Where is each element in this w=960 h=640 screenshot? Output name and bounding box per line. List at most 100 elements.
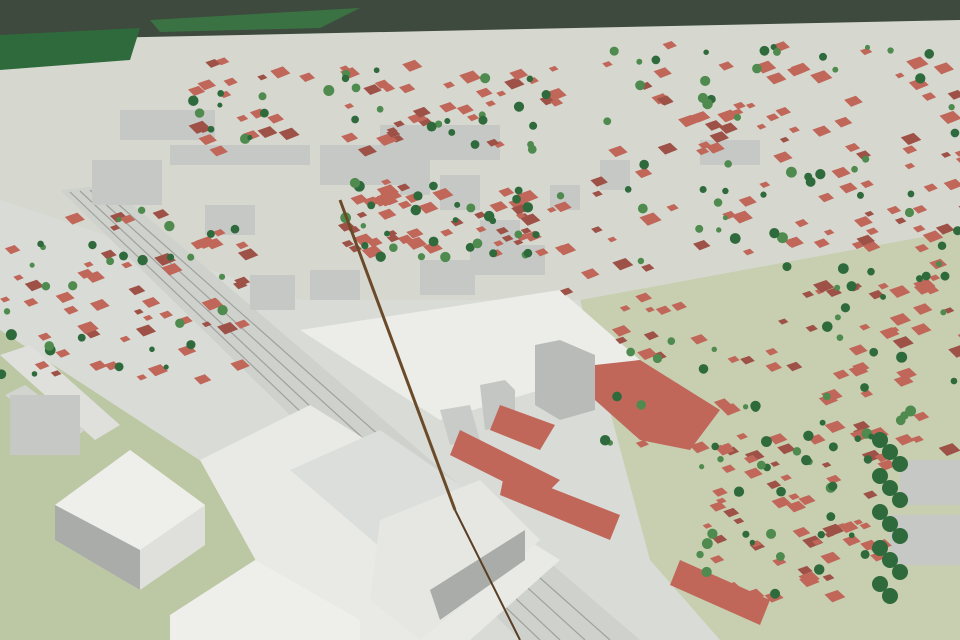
tree [651, 55, 661, 65]
tree [892, 564, 908, 580]
tree [444, 118, 451, 125]
tree [729, 233, 741, 244]
tree [426, 121, 437, 132]
tree [29, 262, 35, 268]
tree [541, 89, 551, 100]
tree [792, 447, 802, 456]
tree [413, 191, 423, 201]
tree [749, 539, 756, 546]
tree [813, 564, 825, 575]
tree [217, 305, 228, 316]
tree [834, 314, 841, 321]
tree [626, 347, 635, 357]
tree [194, 108, 205, 118]
tree [822, 321, 833, 332]
tree [892, 492, 908, 508]
tree [68, 281, 78, 291]
tree [770, 588, 781, 599]
tree [448, 128, 456, 136]
tree [77, 333, 86, 342]
tree [948, 103, 955, 111]
tree [937, 241, 947, 251]
tree [5, 329, 17, 341]
tree [37, 240, 44, 248]
tree [904, 207, 915, 218]
tree [887, 47, 894, 54]
tree [428, 236, 439, 247]
tree [717, 455, 724, 463]
tree [895, 415, 906, 426]
tree [773, 48, 781, 56]
tree [940, 309, 947, 316]
tree [695, 224, 704, 233]
tree [116, 216, 122, 223]
tree [188, 95, 199, 106]
tree [218, 273, 226, 280]
tree [921, 271, 931, 281]
tree [3, 308, 11, 315]
tree [776, 486, 786, 497]
tree [742, 530, 750, 538]
tree [854, 435, 862, 443]
tree [217, 102, 223, 108]
tree [896, 351, 908, 363]
tree [44, 341, 55, 351]
tree [804, 172, 813, 181]
tree [466, 203, 476, 213]
tree [863, 455, 873, 464]
tree [513, 101, 525, 112]
tree [114, 362, 124, 372]
tree [916, 275, 924, 283]
tree [848, 532, 855, 539]
tree [860, 549, 870, 559]
tree [880, 293, 887, 300]
tree [775, 552, 785, 561]
tree [915, 73, 926, 84]
tree [892, 456, 908, 472]
tree [637, 257, 645, 265]
tree [88, 240, 97, 250]
tree [187, 253, 195, 261]
tree [452, 217, 459, 223]
tree [373, 67, 380, 74]
tree [892, 528, 908, 544]
tree [556, 192, 565, 200]
tree [940, 271, 950, 281]
tree [905, 405, 917, 417]
tree [867, 267, 875, 276]
tree [652, 353, 663, 364]
tree [722, 187, 729, 195]
tree [376, 105, 384, 113]
tree [31, 371, 38, 377]
tree [523, 248, 533, 258]
tree [166, 253, 175, 261]
tree [384, 230, 391, 237]
tree [702, 98, 713, 110]
tree [699, 185, 707, 194]
tree [341, 74, 350, 83]
tree [832, 66, 839, 73]
tree [742, 404, 749, 410]
tree [696, 550, 704, 559]
tree [207, 125, 215, 133]
tree [258, 92, 267, 101]
tree [599, 435, 611, 446]
tree [470, 140, 480, 149]
tree [864, 44, 871, 50]
tree [924, 49, 935, 59]
tree [882, 588, 898, 604]
tree [711, 442, 719, 451]
tree [756, 460, 766, 470]
tree [761, 436, 772, 447]
tree [703, 49, 709, 55]
tree [819, 419, 826, 426]
tree [701, 566, 712, 578]
tree [119, 251, 128, 261]
tree [323, 85, 335, 97]
tree [480, 73, 491, 84]
tree [522, 202, 534, 213]
tree [454, 201, 461, 208]
tree [801, 454, 812, 466]
tree [752, 63, 762, 74]
tree [489, 249, 498, 258]
